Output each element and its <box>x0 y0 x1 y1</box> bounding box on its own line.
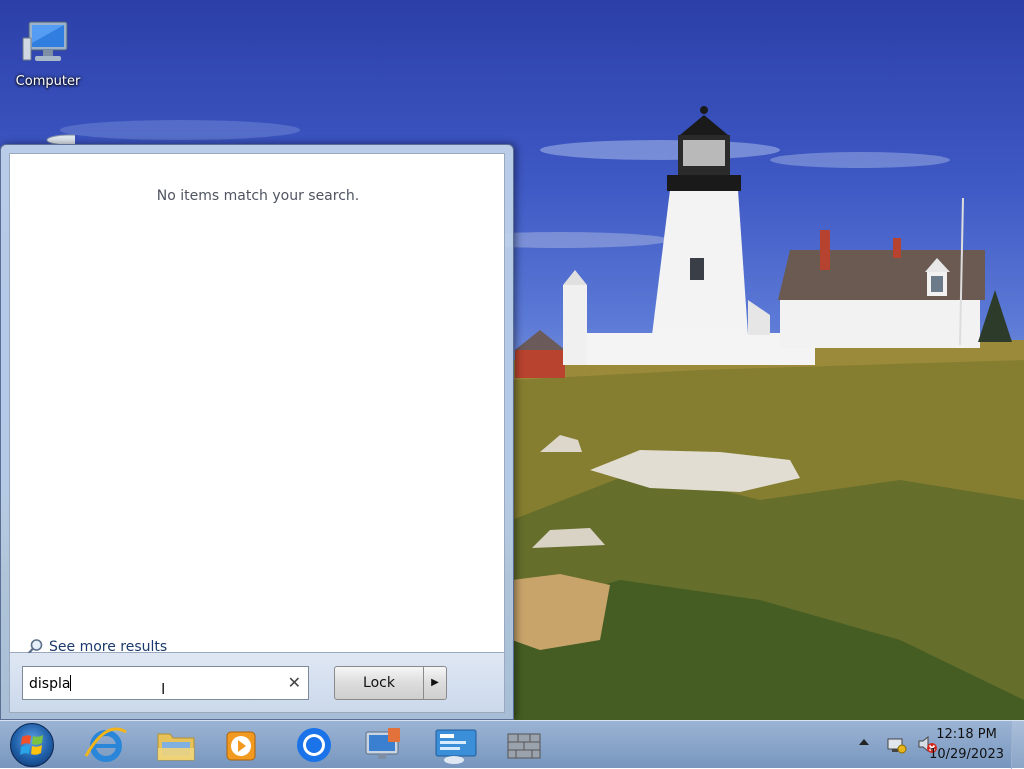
taskbar-remote-desktop[interactable] <box>358 724 410 766</box>
chrome-icon <box>297 728 331 762</box>
clock-time: 12:18 PM <box>936 727 997 742</box>
network-status-button[interactable] <box>886 733 908 758</box>
show-hidden-icons-button[interactable] <box>858 736 870 750</box>
taskbar-firewall[interactable] <box>498 724 550 766</box>
clock-date: 10/29/2023 <box>929 747 1004 762</box>
start-menu: No items match your search. See more res… <box>0 144 514 720</box>
up-arrow-icon <box>859 739 869 745</box>
network-icon <box>887 738 907 754</box>
taskbar-file-explorer[interactable] <box>150 724 202 766</box>
folder-icon <box>157 733 195 761</box>
lock-options-button[interactable]: ▶ <box>423 666 447 700</box>
taskbar: 12:18 PM 10/29/2023 <box>0 720 1024 769</box>
taskbar-internet-explorer[interactable] <box>80 724 132 766</box>
taskbar-media-player[interactable] <box>215 724 267 766</box>
taskbar-network-tool[interactable] <box>430 724 482 766</box>
triangle-right-icon: ▶ <box>431 677 439 688</box>
computer-icon <box>22 21 68 61</box>
windows-start-orb-icon <box>20 735 43 755</box>
system-tray: 12:18 PM 10/29/2023 <box>824 721 1024 769</box>
search-results-panel: No items match your search. See more res… <box>9 153 505 655</box>
clear-icon[interactable]: ✕ <box>288 673 301 692</box>
search-input-value: displa <box>29 675 72 692</box>
desktop-icon-label: Computer <box>15 74 81 89</box>
start-button[interactable] <box>10 723 54 767</box>
firewall-icon <box>507 733 541 759</box>
desktop-icon-computer[interactable]: Computer <box>8 18 88 89</box>
text-caret <box>70 675 72 691</box>
network-app-icon <box>435 729 477 764</box>
remote-desktop-icon <box>365 728 400 759</box>
search-input[interactable]: displa I ✕ <box>22 666 309 700</box>
search-strip: displa I ✕ Lock ▶ <box>9 653 505 713</box>
internet-explorer-icon <box>84 727 127 762</box>
no-results-message: No items match your search. <box>156 188 360 204</box>
clock[interactable]: 12:18 PM 10/29/2023 <box>929 725 1004 765</box>
show-desktop-button[interactable] <box>1011 721 1024 769</box>
taskbar-chrome[interactable] <box>288 724 340 766</box>
lock-button[interactable]: Lock <box>334 666 424 700</box>
media-player-icon <box>226 731 256 761</box>
mouse-ibeam-cursor-icon: I <box>161 680 166 698</box>
